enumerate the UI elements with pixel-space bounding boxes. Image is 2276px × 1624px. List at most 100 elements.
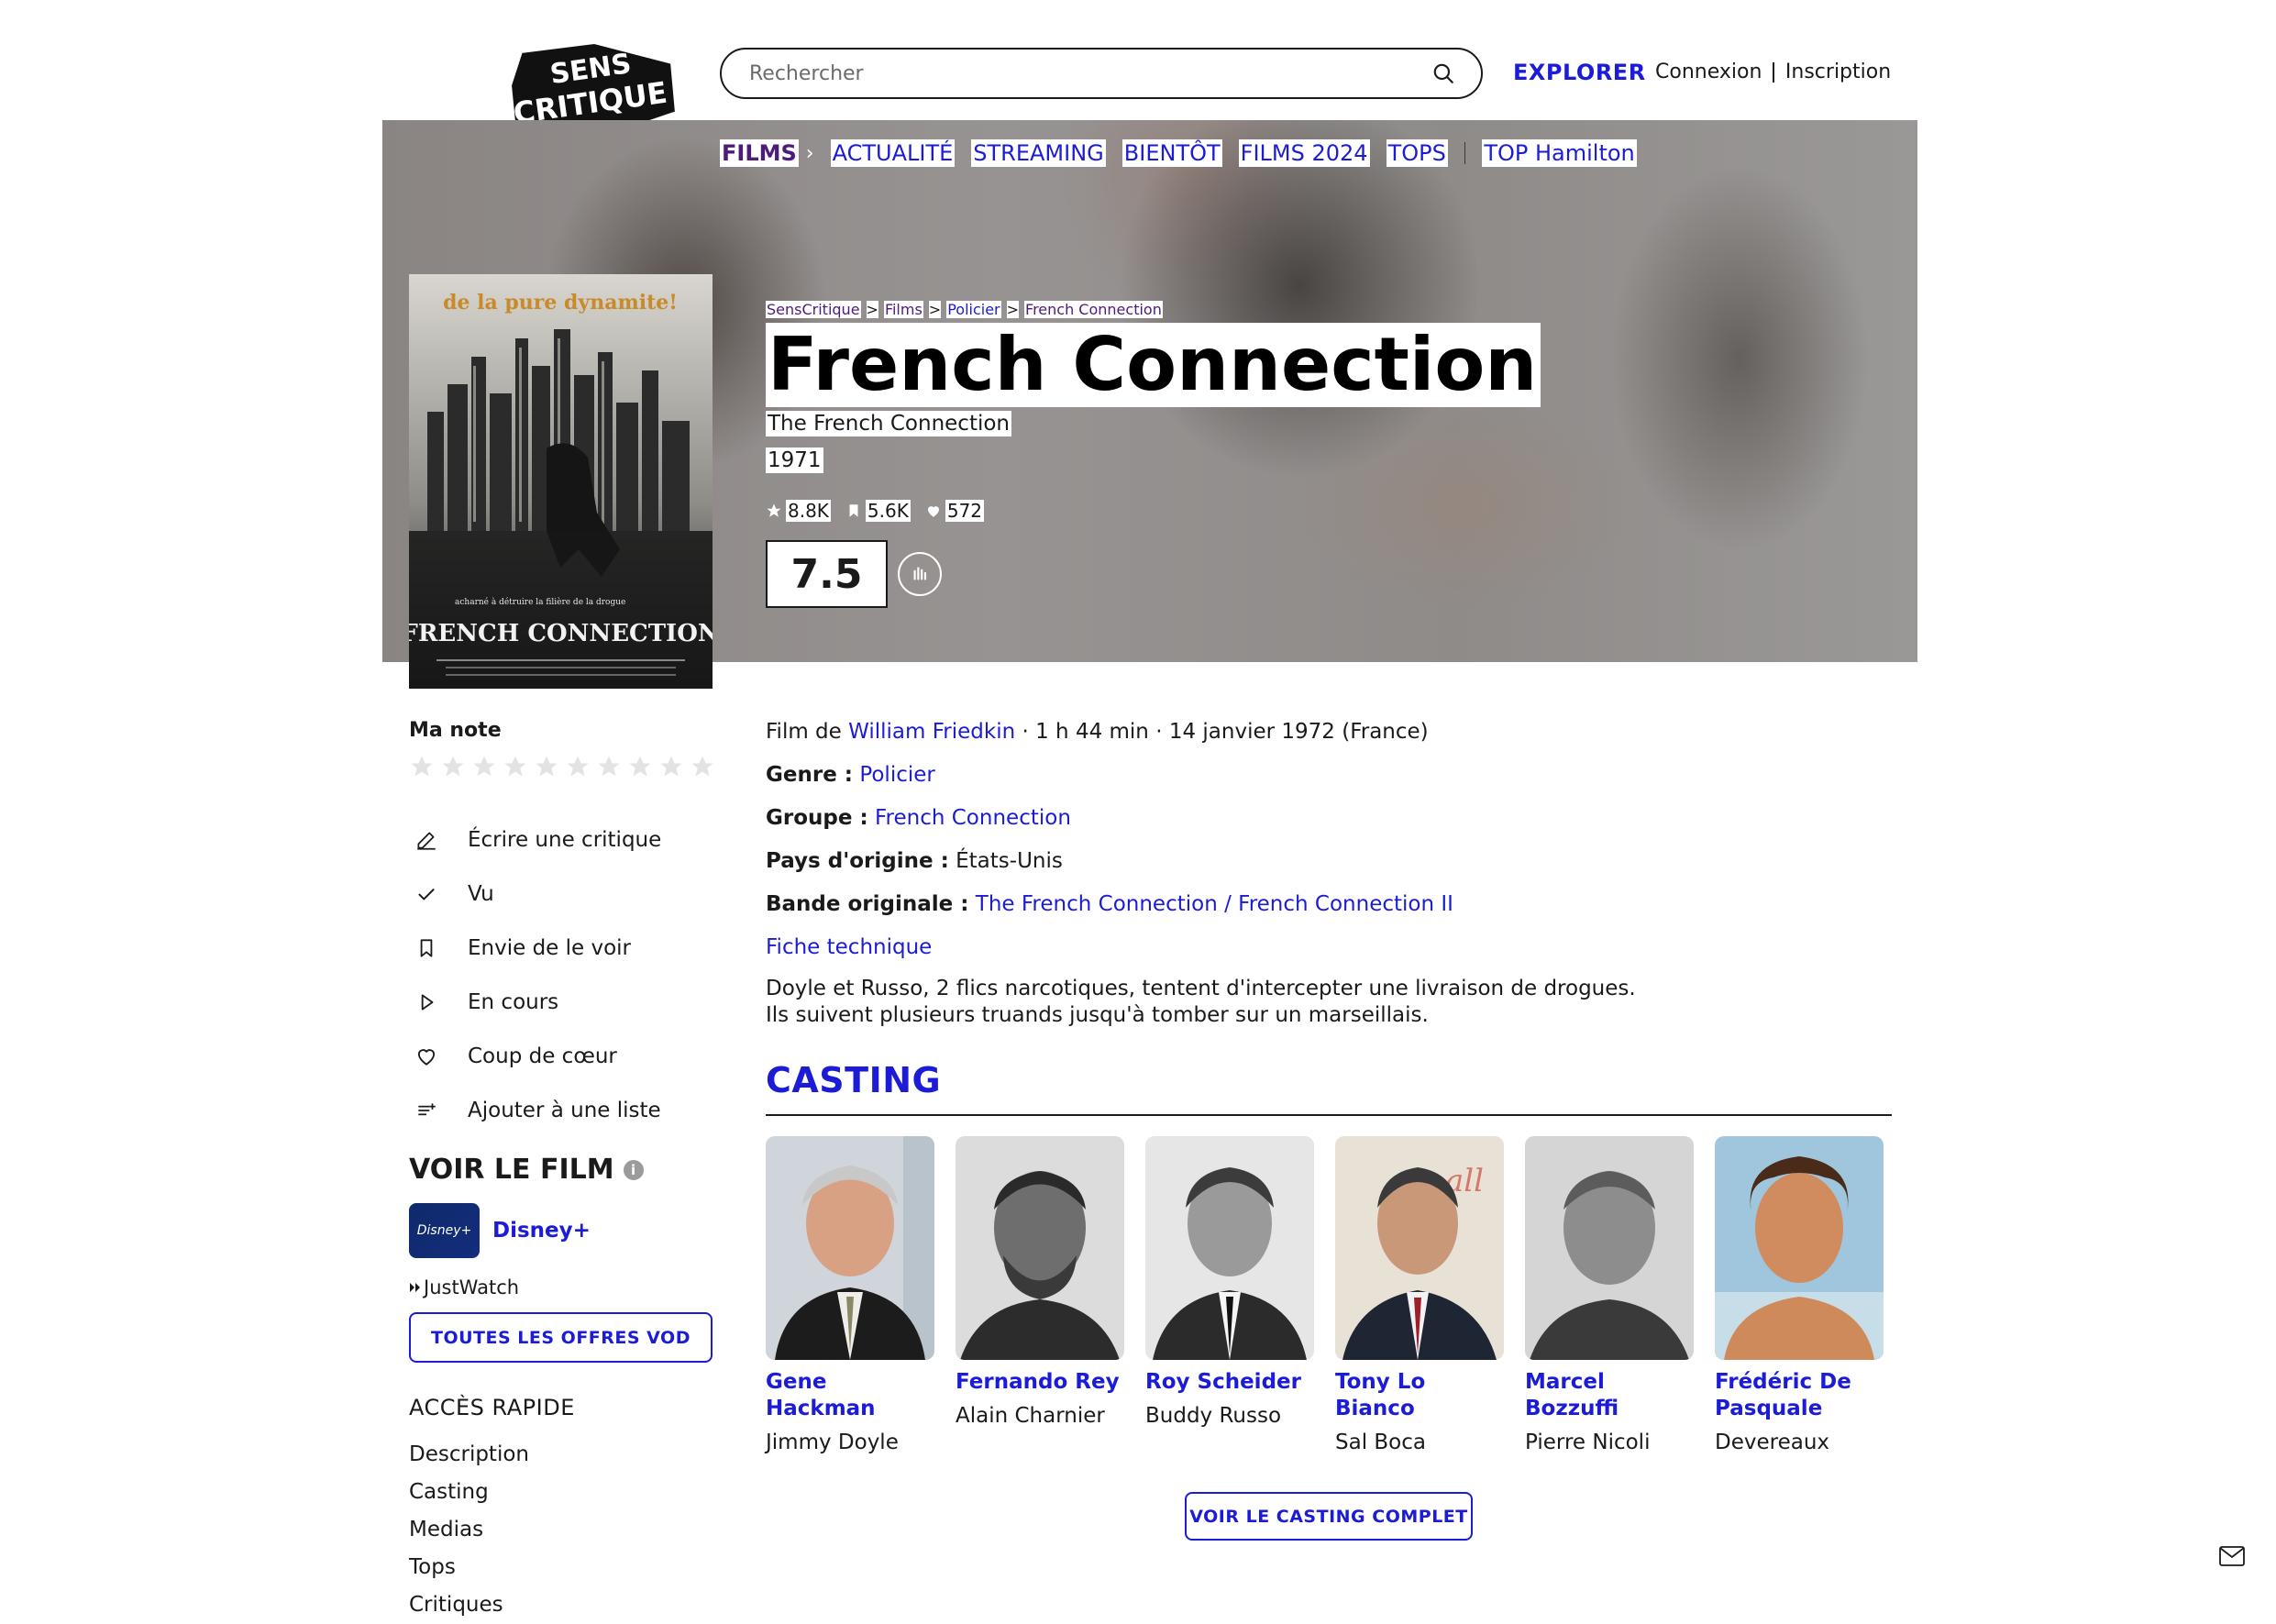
genre-row: Genre : Policier	[766, 762, 1646, 805]
actor-photo[interactable]	[1715, 1136, 1884, 1360]
quick-link-tops[interactable]: Tops	[409, 1549, 529, 1586]
actor-photo[interactable]	[1525, 1136, 1694, 1360]
soundtrack-link[interactable]: The French Connection / French Connectio…	[976, 892, 1453, 916]
nav-bientot[interactable]: BIENTÔT	[1121, 139, 1222, 167]
duration-date: · 1 h 44 min · 14 janvier 1972 (France)	[1022, 720, 1429, 744]
breadcrumb-separator: >	[928, 301, 942, 318]
actor-name[interactable]: Roy Scheider	[1145, 1369, 1314, 1396]
film-poster[interactable]: de la pure dynamite! acharné à détruire …	[409, 274, 713, 689]
breadcrumb-senscritique[interactable]: SensCritique	[766, 301, 861, 318]
provider-name[interactable]: Disney+	[492, 1219, 591, 1243]
search-icon[interactable]	[1431, 61, 1455, 85]
actor-photo[interactable]	[1145, 1136, 1314, 1360]
rating-star-icon[interactable]	[471, 754, 497, 779]
director-link[interactable]: William Friedkin	[848, 720, 1015, 744]
actor-card[interactable]: Marcel Bozzuffi Pierre Nicoli	[1525, 1136, 1694, 1456]
search-bar[interactable]	[720, 48, 1483, 99]
rating-star-icon[interactable]	[565, 754, 591, 779]
rating-star-icon[interactable]	[534, 754, 559, 779]
info-icon[interactable]: i	[623, 1159, 644, 1180]
explore-link[interactable]: EXPLORER	[1513, 60, 1646, 85]
group-row: Groupe : French Connection	[766, 805, 1646, 848]
search-input[interactable]	[747, 61, 1431, 86]
login-link[interactable]: Connexion	[1655, 61, 1762, 83]
justwatch-logo[interactable]: JustWatch	[409, 1276, 519, 1298]
quick-link-critiques[interactable]: Critiques	[409, 1586, 529, 1624]
actor-name[interactable]: Marcel Bozzuffi	[1525, 1369, 1694, 1422]
action-list: Écrire une critique Vu Envie de le voir …	[414, 812, 661, 1137]
actor-name[interactable]: Frédéric De Pasquale	[1715, 1369, 1884, 1422]
provider-disney[interactable]: Disney+ Disney+	[409, 1203, 591, 1258]
rating-star-icon[interactable]	[503, 754, 528, 779]
actor-card[interactable]: Frédéric De Pasquale Devereaux	[1715, 1136, 1884, 1456]
action-favorite[interactable]: Coup de cœur	[414, 1029, 661, 1083]
group-link[interactable]: French Connection	[875, 806, 1071, 830]
actor-role: Alain Charnier	[956, 1404, 1105, 1428]
breadcrumb-policier[interactable]: Policier	[946, 301, 1001, 318]
film-stats: 8.8K 5.6K 572	[766, 500, 985, 522]
nav-top-hamilton[interactable]: TOP Hamilton	[1482, 139, 1637, 167]
actor-card[interactable]: Roy Scheider Buddy Russo	[1145, 1136, 1314, 1456]
rating-distribution-button[interactable]	[898, 552, 942, 596]
breadcrumb-films[interactable]: Films	[883, 301, 923, 318]
casting-title: CASTING	[766, 1060, 942, 1100]
genre-link[interactable]: Policier	[859, 763, 935, 787]
action-seen[interactable]: Vu	[414, 867, 661, 921]
play-icon	[421, 993, 434, 1011]
pencil-icon	[417, 832, 436, 850]
main-nav: FILMS › ACTUALITÉ STREAMING BIENTÔT FILM…	[720, 139, 1637, 167]
auth-separator	[1773, 61, 1774, 83]
poster-title: FRENCH CONNECTION	[409, 620, 713, 647]
nav-streaming[interactable]: STREAMING	[971, 139, 1106, 167]
actor-photo[interactable]: all	[1335, 1136, 1504, 1360]
page-title: French Connection	[766, 323, 1541, 407]
rating-star-icon[interactable]	[658, 754, 684, 779]
actor-photo[interactable]	[956, 1136, 1124, 1360]
rating-star-icon[interactable]	[596, 754, 622, 779]
actor-photo[interactable]	[766, 1136, 934, 1360]
list-add-icon	[418, 1102, 436, 1115]
action-add-to-list[interactable]: Ajouter à une liste	[414, 1083, 661, 1137]
ratings-count: 8.8K	[786, 500, 831, 522]
rating-star-icon[interactable]	[409, 754, 435, 779]
rating-star-icon[interactable]	[440, 754, 466, 779]
action-wishlist[interactable]: Envie de le voir	[414, 921, 661, 975]
chevron-right-icon: ›	[805, 141, 814, 165]
actor-name[interactable]: Gene Hackman	[766, 1369, 934, 1422]
favorites-count: 572	[945, 500, 985, 522]
rating-star-icon[interactable]	[690, 754, 715, 779]
actor-card[interactable]: Fernando Rey Alain Charnier	[956, 1136, 1124, 1456]
all-vod-offers-button[interactable]: TOUTES LES OFFRES VOD	[409, 1312, 713, 1363]
country-label: Pays d'origine :	[766, 849, 949, 873]
actor-card[interactable]: Gene Hackman Jimmy Doyle	[766, 1136, 934, 1456]
action-write-review[interactable]: Écrire une critique	[414, 812, 661, 867]
group-label: Groupe :	[766, 806, 868, 830]
soundtrack-row: Bande originale : The French Connection …	[766, 891, 1646, 934]
average-score[interactable]: 7.5	[766, 540, 888, 608]
actor-name[interactable]: Tony Lo Bianco	[1335, 1369, 1504, 1422]
full-casting-button[interactable]: VOIR LE CASTING COMPLET	[1185, 1492, 1473, 1541]
my-rating-stars[interactable]	[409, 754, 715, 779]
nav-films[interactable]: FILMS	[720, 139, 799, 167]
my-rating-label: Ma note	[409, 719, 502, 742]
nav-films-2024[interactable]: FILMS 2024	[1238, 139, 1370, 167]
original-title: The French Connection	[766, 411, 1011, 436]
bar-chart-icon	[913, 567, 927, 580]
quick-link-casting[interactable]: Casting	[409, 1474, 529, 1511]
nav-actualite[interactable]: ACTUALITÉ	[830, 139, 956, 167]
nav-tops[interactable]: TOPS	[1386, 139, 1448, 167]
poster-side-text: acharné à détruire la filière de la drog…	[455, 597, 625, 607]
breadcrumb-separator: >	[866, 301, 878, 318]
action-in-progress[interactable]: En cours	[414, 975, 661, 1029]
quick-access-title: ACCÈS RAPIDE	[409, 1395, 575, 1420]
mail-icon[interactable]	[2219, 1546, 2245, 1566]
quick-link-description[interactable]: Description	[409, 1436, 529, 1474]
quick-link-medias[interactable]: Medias	[409, 1511, 529, 1549]
watch-title: VOIR LE FILM	[409, 1154, 614, 1186]
actor-name[interactable]: Fernando Rey	[956, 1369, 1124, 1396]
rating-star-icon[interactable]	[627, 754, 653, 779]
signup-link[interactable]: Inscription	[1785, 61, 1891, 83]
actor-card[interactable]: all Tony Lo Bianco Sal Boca	[1335, 1136, 1504, 1456]
tech-sheet-link[interactable]: Fiche technique	[766, 935, 932, 959]
justwatch-label: JustWatch	[424, 1276, 520, 1298]
